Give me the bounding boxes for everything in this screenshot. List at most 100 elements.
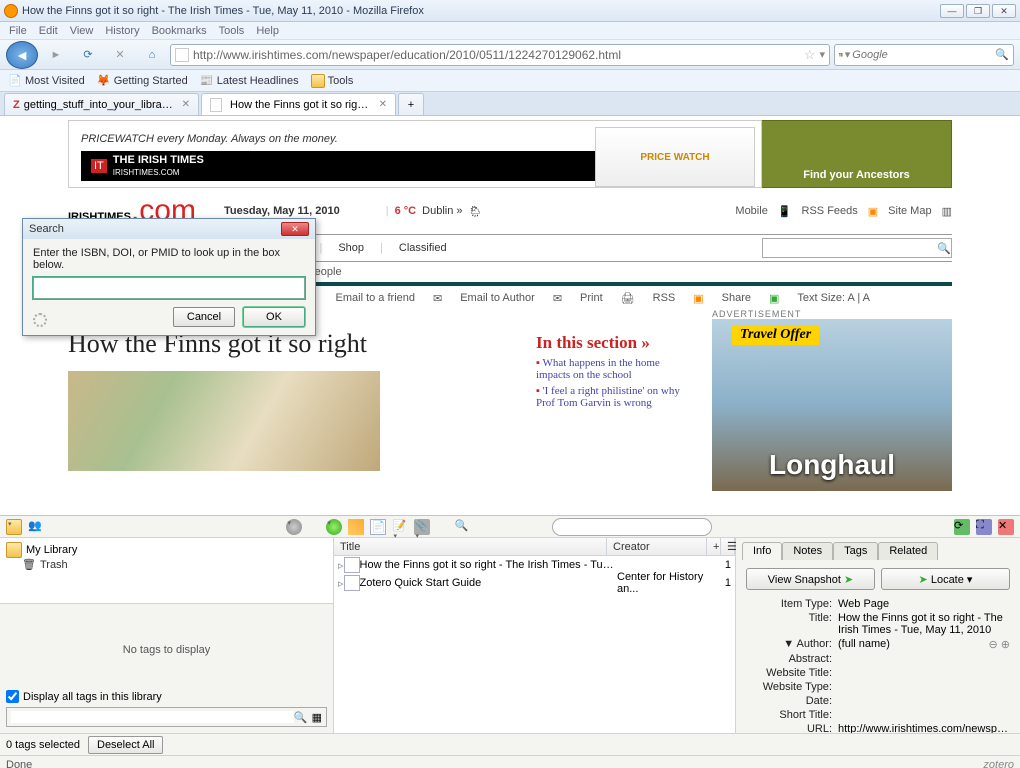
maximize-button[interactable]: ❐ <box>966 4 990 18</box>
col-add[interactable]: + <box>707 538 721 555</box>
back-button[interactable]: ◄ <box>6 41 38 69</box>
nav-item[interactable]: Shop <box>338 242 364 254</box>
tool-email-friend[interactable]: Email to a friend <box>336 292 415 305</box>
meta-website-title[interactable] <box>838 667 1010 679</box>
tool-email-author[interactable]: Email to Author <box>460 292 535 305</box>
display-all-tags-checkbox[interactable]: Display all tags in this library <box>6 690 327 703</box>
banner-ancestors[interactable]: Find your Ancestors <box>762 120 952 188</box>
bookmark-star-icon[interactable]: ☆ <box>804 47 816 63</box>
meta-author[interactable]: (full name) ⊖ ⊕ <box>838 638 1010 651</box>
tool-share[interactable]: Share <box>722 292 751 305</box>
zotero-logo[interactable]: zotero <box>983 759 1014 768</box>
tool-textsize[interactable]: Text Size: A | A <box>797 292 870 305</box>
section-link[interactable]: What happens in the home impacts on the … <box>536 357 682 381</box>
menu-edit[interactable]: Edit <box>34 25 63 37</box>
search-icon[interactable]: 🔍 <box>294 711 308 724</box>
link-mobile[interactable]: Mobile <box>735 205 767 217</box>
actions-menu-icon[interactable] <box>286 519 302 535</box>
ok-button[interactable]: OK <box>243 307 305 327</box>
menu-file[interactable]: File <box>4 25 32 37</box>
dialog-close-button[interactable]: ✕ <box>281 222 309 236</box>
search-bar[interactable]: ▾ 🔍 <box>834 44 1014 66</box>
cancel-button[interactable]: Cancel <box>173 307 235 327</box>
tab-notes[interactable]: Notes <box>782 542 833 560</box>
toggle-fullscreen-icon[interactable]: ⛶ <box>976 519 992 535</box>
stop-button[interactable]: ✕ <box>106 42 134 68</box>
tool-rss[interactable]: RSS <box>653 292 676 305</box>
meta-abstract[interactable] <box>838 653 1010 665</box>
items-list[interactable]: Title Creator + ☰ ▹ How the Finns got it… <box>334 538 736 733</box>
tab-zotero-docs[interactable]: Z getting_stuff_into_your_library [Zot..… <box>4 93 199 115</box>
menu-tools[interactable]: Tools <box>214 25 250 37</box>
tab-related[interactable]: Related <box>878 542 938 560</box>
trash[interactable]: 🗑Trash <box>22 558 327 571</box>
col-creator[interactable]: Creator <box>607 538 707 555</box>
bookmark-tools[interactable]: Tools <box>311 74 354 88</box>
meta-title[interactable]: How the Finns got it so right - The Iris… <box>838 612 1010 636</box>
zotero-search-input[interactable] <box>552 518 712 536</box>
tag-menu-icon[interactable]: ▦ <box>312 711 322 724</box>
url-bar[interactable]: ☆ ▾ <box>170 44 830 66</box>
nav-item[interactable]: Classified <box>399 242 447 254</box>
meta-date[interactable] <box>838 695 1010 707</box>
collections-tree[interactable]: My Library 🗑Trash <box>0 538 333 603</box>
list-item[interactable]: ▹ Zotero Quick Start Guide Center for Hi… <box>334 574 735 592</box>
identifier-input[interactable] <box>33 277 305 299</box>
forward-button[interactable]: ► <box>42 42 70 68</box>
new-tab-button[interactable]: + <box>398 93 424 115</box>
close-pane-icon[interactable]: ✕ <box>998 519 1014 535</box>
search-go-icon[interactable]: 🔍 <box>995 48 1009 61</box>
bookmark-getting-started[interactable]: 🦊Getting Started <box>97 74 188 88</box>
tab-irish-times[interactable]: How the Finns got it so right - Th... ✕ <box>201 93 396 115</box>
meta-short-title[interactable] <box>838 709 1010 721</box>
menu-history[interactable]: History <box>100 25 144 37</box>
dialog-titlebar[interactable]: Search ✕ <box>23 219 315 239</box>
menu-view[interactable]: View <box>65 25 99 37</box>
view-snapshot-button[interactable]: View Snapshot ➤ <box>746 568 875 590</box>
new-note-menu-icon[interactable]: 📝 <box>392 519 408 535</box>
search-input[interactable] <box>852 49 995 61</box>
col-menu[interactable]: ☰ <box>721 538 735 555</box>
tag-filter-input[interactable] <box>11 711 294 723</box>
weather-widget[interactable]: | 6 °C Dublin » 🌦 <box>386 205 483 218</box>
bookmark-most-visited[interactable]: 📄Most Visited <box>8 74 85 88</box>
meta-website-type[interactable] <box>838 681 1010 693</box>
menu-help[interactable]: Help <box>251 25 284 37</box>
close-button[interactable]: ✕ <box>992 4 1016 18</box>
banner-pricewatch[interactable]: PRICEWATCH every Monday. Always on the m… <box>68 120 762 188</box>
tool-print[interactable]: Print <box>580 292 603 305</box>
my-library[interactable]: My Library <box>6 542 327 558</box>
tab-info[interactable]: Info <box>742 542 782 560</box>
attach-icon[interactable]: 📎 <box>414 519 430 535</box>
new-note-icon[interactable]: 📄 <box>370 519 386 535</box>
search-engine-dropdown[interactable]: ▾ <box>845 48 851 61</box>
tab-close-icon[interactable]: ✕ <box>379 99 387 110</box>
sync-icon[interactable]: ⟳ <box>954 519 970 535</box>
home-button[interactable]: ⌂ <box>138 42 166 68</box>
advanced-search-icon[interactable]: 🔍 <box>454 519 470 535</box>
url-input[interactable] <box>193 48 804 62</box>
tab-close-icon[interactable]: ✕ <box>182 99 190 110</box>
meta-url[interactable]: http://www.irishtimes.com/newspap... <box>838 723 1010 733</box>
site-search-input[interactable] <box>763 242 937 254</box>
new-group-icon[interactable]: 👥 <box>28 519 44 535</box>
deselect-all-button[interactable]: Deselect All <box>88 736 163 754</box>
new-item-icon[interactable] <box>326 519 342 535</box>
site-search[interactable]: 🔍 <box>762 238 952 258</box>
url-dropdown-icon[interactable]: ▾ <box>819 48 825 61</box>
minimize-button[interactable]: — <box>940 4 964 18</box>
section-link[interactable]: 'I feel a right philistine' on why Prof … <box>536 385 682 409</box>
locate-button[interactable]: ➤ Locate ▾ <box>881 568 1010 590</box>
tab-tags[interactable]: Tags <box>833 542 878 560</box>
link-sitemap[interactable]: Site Map <box>888 205 931 217</box>
add-by-identifier-icon[interactable] <box>348 519 364 535</box>
link-rss[interactable]: RSS Feeds <box>802 205 858 217</box>
meta-itemtype[interactable]: Web Page <box>838 598 1010 610</box>
new-collection-icon[interactable] <box>6 519 22 535</box>
sidebar-ad[interactable]: Travel Offer Longhaul <box>712 319 952 491</box>
search-icon[interactable]: 🔍 <box>937 242 951 255</box>
bookmark-latest-headlines[interactable]: 📰Latest Headlines <box>200 74 299 88</box>
reload-button[interactable]: ⟳ <box>74 42 102 68</box>
col-title[interactable]: Title <box>334 538 607 555</box>
menu-bookmarks[interactable]: Bookmarks <box>147 25 212 37</box>
